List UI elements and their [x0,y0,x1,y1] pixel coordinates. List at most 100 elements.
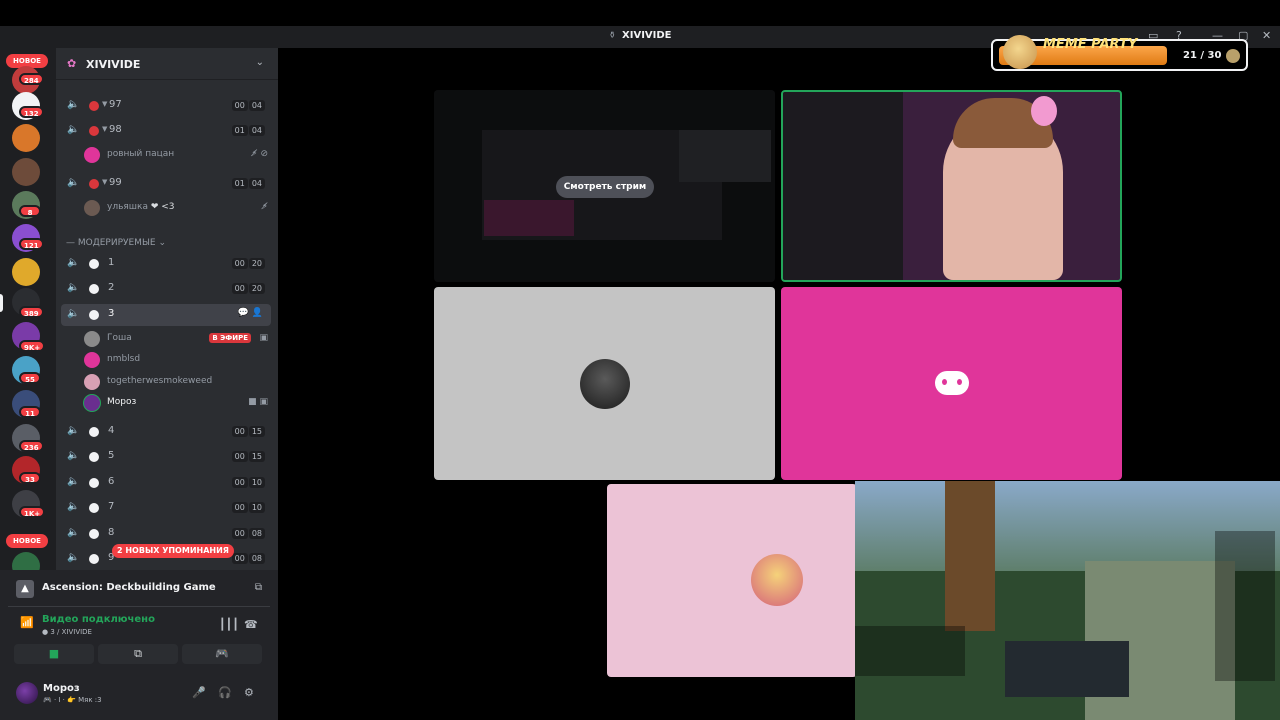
channel-dot [89,554,99,564]
voice-member[interactable]: nmblsd [84,350,274,370]
username: Мороз [43,683,80,694]
voice-channel-6[interactable]: 🔈 6 00 10 [61,472,271,494]
game-name: Ascension: Deckbuilding Game [42,582,216,593]
speaker-icon: 🔈 [67,177,80,188]
game-stream-tile[interactable] [855,481,1280,720]
server-icon[interactable] [12,124,40,152]
voice-channel-98[interactable]: 🔈 ▼ 98 01 04 [61,120,271,142]
channel-dot [89,427,99,437]
avatar-tile[interactable] [607,484,857,677]
selected-indicator [0,294,3,312]
channel-dot [89,101,99,111]
channel-name: 4 [108,425,115,436]
stream-tile[interactable]: Смотреть стрим [434,90,775,282]
voice-member[interactable]: Мороз ■ ▣ [84,393,274,413]
avatar-tile[interactable] [781,287,1122,480]
discord-logo-eye [957,379,962,385]
avatar [84,331,100,347]
server-icon[interactable] [12,158,40,186]
user-status: 🎮 · I · 👉 Мяк :3 [43,696,102,704]
voice-member[interactable]: togetherwesmokeweed [84,372,274,392]
deafened-icon: ⚡̸ [261,202,268,212]
channel-dot [89,259,99,269]
camera-tile-speaking[interactable] [781,90,1122,282]
voice-status-channel[interactable]: ● 3 / XIVIVIDE [42,628,92,636]
camera-button[interactable]: ■ [14,644,94,664]
avatar-tile[interactable] [434,287,775,480]
game-tree-trunk [945,481,995,631]
unread-badge: 132 [19,106,44,118]
speaker-icon: 🔈 [67,257,80,268]
activities-button[interactable]: 🎮 [182,644,262,664]
camera-background [783,92,903,280]
disconnect-icon[interactable]: ☎ [244,618,258,631]
user-count: 00 08 [231,528,265,539]
user-panel: ▲ Ascension: Deckbuilding Game ⧉ 📶 Видео… [0,570,278,720]
game-icon: ▲ [16,580,34,598]
screen-share-icon[interactable]: ⧉ [255,582,262,593]
chevron-down-icon[interactable]: ⌄ [256,57,264,68]
user-count: 00 15 [231,426,265,437]
new-mentions-pill[interactable]: 2 НОВЫХ УПОМИНАНИЯ [112,544,234,558]
voice-channel-4[interactable]: 🔈 4 00 15 [61,421,271,443]
voice-channel-8[interactable]: 🔈 8 00 08 [61,523,271,545]
avatar [84,147,100,163]
muted-icon: ⚡̸ ⊘ [251,149,268,159]
avatar [84,374,100,390]
unread-badge: 55 [19,372,41,384]
signal-icon: 📶 [20,616,34,629]
avatar[interactable] [16,682,38,704]
activity-row[interactable]: ▲ Ascension: Deckbuilding Game ⧉ [8,574,270,604]
channel-dot [89,179,99,189]
discord-logo-eye [942,379,947,385]
unread-badge: 1K+ [19,506,46,518]
server-name: XIVIVIDE [86,58,141,71]
speaker-icon: 🔈 [67,501,80,512]
voice-status-title[interactable]: Видео подключено [42,614,155,625]
watch-stream-button[interactable]: Смотреть стрим [556,176,654,198]
voice-channel-3[interactable]: 🔈 3 💬 👤 [61,304,271,326]
unread-badge: 11 [19,406,41,418]
server-header[interactable]: ✿ XIVIVIDE ⌄ [56,48,278,80]
voice-member[interactable]: Гоша В ЭФИРЕ ▣ [84,329,274,349]
game-action-bar [1005,641,1129,697]
channel-name: 8 [108,527,115,538]
caret-icon: ▼ [102,100,108,108]
voice-member[interactable]: ульяшка ❤ <3 ⚡̸ [84,198,274,218]
meme-party-overlay: MEME PARTY 21 / 30 [991,35,1248,71]
close-icon[interactable]: ✕ [1262,29,1271,42]
unread-badge: 389 [19,306,44,318]
speaker-icon: 🔈 [67,99,80,110]
camera-icon: ■ ▣ [248,397,268,407]
server-icon[interactable] [12,258,40,286]
channel-name: 3 [108,308,115,319]
user-count: 00 20 [231,258,265,269]
user-area: Мороз 🎮 · I · 👉 Мяк :3 🎤 🎧 ⚙ [8,674,270,714]
stream-icon: ▣ [259,333,268,343]
gear-icon[interactable]: ⚙ [244,686,254,699]
coin-icon [1226,49,1240,63]
category-moderated[interactable]: — МОДЕРИРУЕМЫЕ ⌄ [66,238,166,248]
voice-channel-2[interactable]: 🔈 2 00 20 [61,278,271,300]
speaker-icon: 🔈 [67,124,80,135]
new-pill-bottom[interactable]: НОВОЕ [6,534,48,548]
screen-share-button[interactable]: ⧉ [98,644,178,664]
microphone-icon[interactable]: 🎤 [192,686,206,699]
noise-suppression-icon[interactable]: ┃┃┃ [219,618,239,631]
member-name: Гоша [107,333,132,343]
voice-channel-7[interactable]: 🔈 7 00 10 [61,497,271,519]
channel-dot [89,529,99,539]
chat-and-invite-icons[interactable]: 💬 👤 [238,308,263,318]
participant-avatar [751,554,803,606]
voice-channel-99[interactable]: 🔈 ▼ 99 01 04 [61,173,271,195]
game-quest-tracker [1215,531,1275,681]
voice-member[interactable]: ровный пацан ⚡̸ ⊘ [84,145,274,165]
meme-title: MEME PARTY [1043,37,1138,52]
user-count: 01 04 [231,178,265,189]
voice-channel-1[interactable]: 🔈 1 00 20 [61,253,271,275]
voice-channel-97[interactable]: 🔈 ▼ 97 00 04 [61,95,271,117]
voice-channel-5[interactable]: 🔈 5 00 15 [61,446,271,468]
headphones-icon[interactable]: 🎧 [218,686,232,699]
channel-name: 99 [109,177,122,188]
member-name: nmblsd [107,354,141,364]
